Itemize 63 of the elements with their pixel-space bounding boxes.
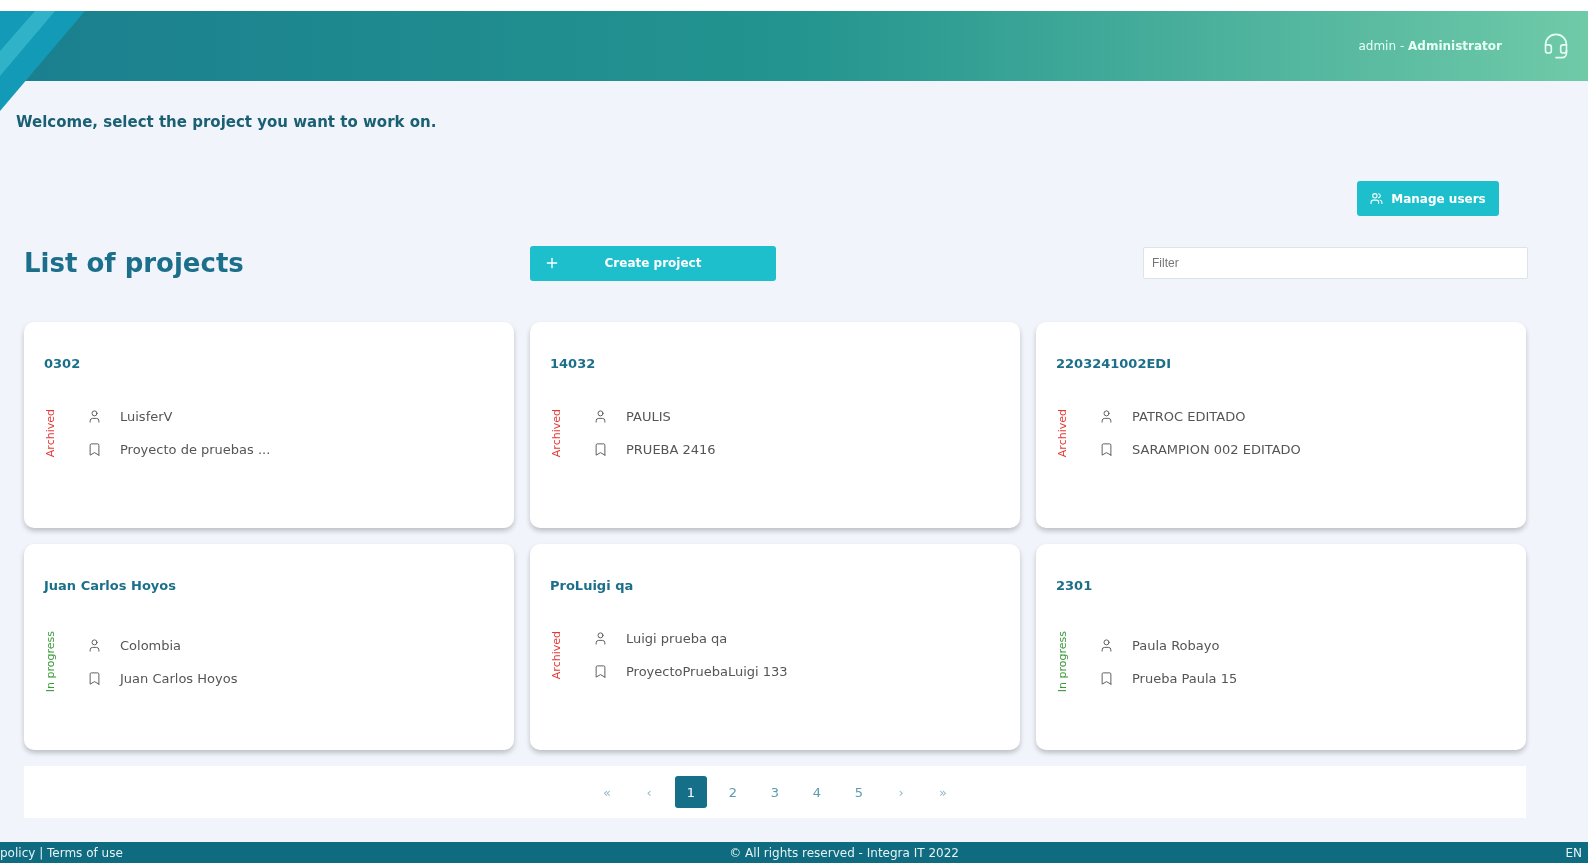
project-owner: Colombia [120,637,182,653]
project-card[interactable]: 0302 Archived LuisferV Proyecto de pruebas ... [24,322,514,528]
page-nav-button[interactable]: « [591,776,623,808]
project-status: In progress [1056,631,1069,693]
project-owner: LuisferV [120,409,173,425]
page-nav-button[interactable]: » [927,776,959,808]
welcome-message: Welcome, select the project you want to work on. [16,113,438,131]
user-icon [87,637,102,653]
support-icon[interactable] [1542,32,1570,60]
project-card[interactable]: 14032 Archived PAULIS PRUEBA 2416 [530,322,1020,528]
user-icon [1099,409,1114,425]
bookmark-icon [87,670,102,686]
project-name: 0302 [44,356,82,371]
page-button[interactable]: 3 [759,776,791,808]
project-status: Archived [550,409,563,458]
project-status: Archived [44,409,57,458]
project-status: Archived [550,631,563,680]
user-icon [593,409,608,425]
footer-links[interactable]: policy | Terms of use [0,845,123,860]
project-status: Archived [1056,409,1069,458]
page-nav-button[interactable]: › [885,776,917,808]
project-name: Juan Carlos Hoyos [44,578,177,593]
project-status: In progress [44,631,57,693]
users-icon [1370,192,1384,205]
create-project-button[interactable]: Create project [530,245,776,281]
user-icon [1099,637,1114,653]
project-card[interactable]: Juan Carlos Hoyos In progress Colombia Juan Carlos Hoyos [24,544,514,750]
user-icon [593,631,608,647]
project-name: 2301 [1056,578,1094,593]
user-icon [87,409,102,425]
bookmark-icon [593,664,608,680]
manage-users-button[interactable]: Manage users [1357,181,1499,216]
project-card[interactable]: ProLuigi qa Archived Luigi prueba qa ProyectoPruebaLuigi 133 [530,544,1020,750]
project-description: SARAMPION 002 EDITADO [1132,442,1301,458]
user-role: admin - Administrator [1358,39,1502,53]
project-owner: PATROC EDITADO [1132,409,1246,425]
bookmark-icon [1099,670,1114,686]
project-description: Juan Carlos Hoyos [120,670,238,686]
language-selector[interactable]: EN [1565,845,1582,860]
plus-icon [544,255,560,271]
project-owner: PAULIS [626,409,671,425]
project-name: ProLuigi qa [550,578,635,593]
project-description: Prueba Paula 15 [1132,670,1238,686]
project-owner: Luigi prueba qa [626,631,728,647]
project-description: Proyecto de pruebas ... [120,442,271,458]
project-name: 14032 [550,356,597,371]
project-name: 2203241002EDI [1056,356,1172,371]
page-button[interactable]: 2 [717,776,749,808]
page-button[interactable]: 4 [801,776,833,808]
page-nav-button[interactable]: ‹ [633,776,665,808]
project-description: PRUEBA 2416 [626,442,716,458]
copyright-text: © All rights reserved - Integra IT 2022 [729,845,959,860]
project-card[interactable]: 2203241002EDI Archived PATROC EDITADO SARAMPION 002 EDITADO [1036,322,1526,528]
filter-field[interactable]: Filter [1143,247,1528,279]
project-card[interactable]: 2301 In progress Paula Robayo Prueba Paula 15 [1036,544,1526,750]
bookmark-icon [1099,442,1114,458]
project-owner: Paula Robayo [1132,637,1220,653]
bookmark-icon [87,442,102,458]
page-button[interactable]: 1 [675,776,707,808]
bookmark-icon [593,442,608,458]
page-button[interactable]: 5 [843,776,875,808]
project-description: ProyectoPruebaLuigi 133 [626,664,788,680]
page-title: List of projects [24,248,245,278]
